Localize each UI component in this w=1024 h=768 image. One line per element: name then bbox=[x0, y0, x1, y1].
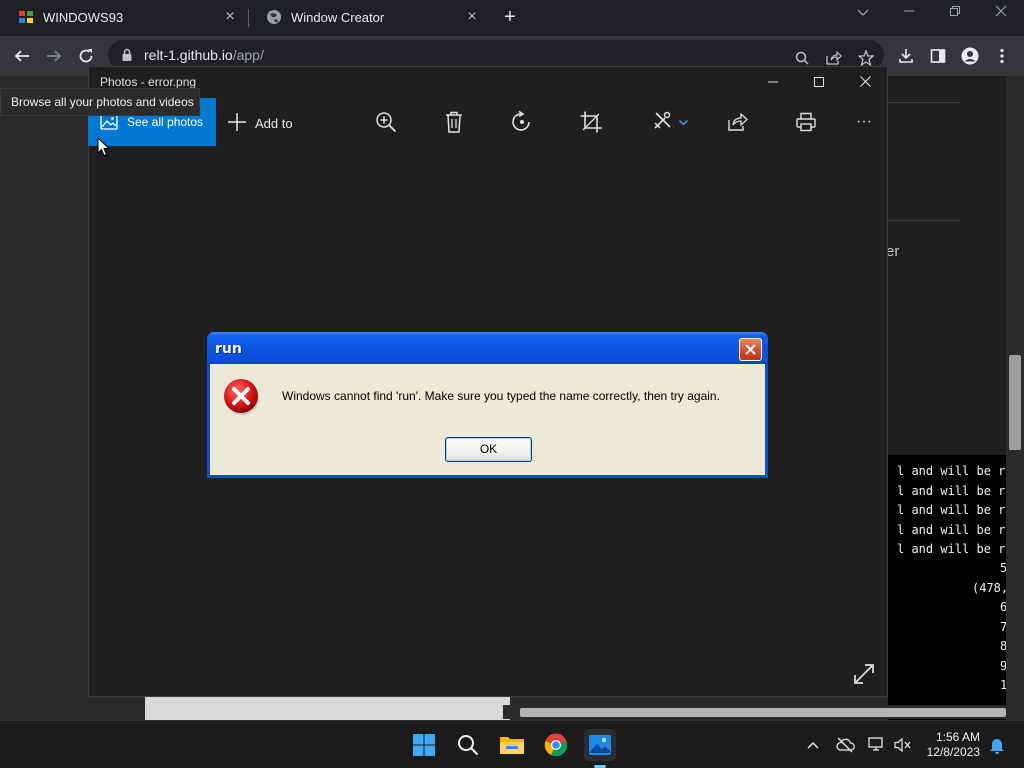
tooltip: Browse all your photos and videos bbox=[0, 88, 200, 116]
reload-icon[interactable] bbox=[74, 44, 98, 68]
chevron-up-icon[interactable] bbox=[803, 735, 823, 755]
forward-arrow-icon[interactable] bbox=[42, 44, 66, 68]
tab-title: Window Creator bbox=[291, 9, 385, 25]
close-icon[interactable] bbox=[842, 71, 888, 93]
console-line: l and will be remo bbox=[897, 523, 1006, 537]
tab-title: WINDOWS93 bbox=[43, 9, 124, 25]
lock-icon[interactable] bbox=[120, 48, 134, 62]
see-all-label: See all photos bbox=[127, 115, 204, 129]
profile-icon[interactable] bbox=[958, 44, 982, 68]
volume-muted-icon[interactable] bbox=[893, 735, 913, 755]
maximize-icon[interactable] bbox=[796, 71, 842, 93]
print-icon[interactable] bbox=[794, 110, 818, 134]
error-dialog: run Windows cannot find 'run'. Make sure… bbox=[207, 332, 768, 478]
trash-icon[interactable] bbox=[442, 110, 466, 134]
ok-button[interactable]: OK bbox=[445, 437, 532, 462]
chevron-down-icon bbox=[678, 113, 688, 131]
close-icon[interactable]: × bbox=[220, 8, 240, 26]
back-arrow-icon[interactable] bbox=[10, 44, 34, 68]
add-to-label: Add to bbox=[255, 116, 293, 131]
dialog-title: run bbox=[215, 341, 242, 357]
zoom-in-icon[interactable] bbox=[374, 110, 398, 134]
restore-icon[interactable] bbox=[940, 4, 970, 20]
url-text: relt-1.github.io/app/ bbox=[144, 47, 264, 63]
mouse-cursor-icon bbox=[97, 136, 111, 157]
rotate-icon[interactable] bbox=[510, 110, 534, 134]
tab-windows93[interactable]: WINDOWS93 × bbox=[0, 0, 248, 34]
side-panel-icon[interactable] bbox=[926, 44, 950, 68]
search-icon[interactable] bbox=[792, 48, 812, 68]
dialog-titlebar[interactable]: run bbox=[207, 332, 768, 364]
add-to-button[interactable]: Add to bbox=[227, 112, 293, 135]
close-window-icon[interactable] bbox=[986, 4, 1016, 20]
search-icon[interactable] bbox=[452, 729, 484, 761]
download-icon[interactable] bbox=[894, 44, 918, 68]
edit-icon bbox=[653, 110, 673, 135]
clock-date: 12/8/2023 bbox=[926, 745, 980, 759]
plus-icon bbox=[227, 112, 247, 135]
share-icon[interactable] bbox=[726, 110, 750, 134]
star-icon[interactable] bbox=[856, 48, 876, 68]
menu-dots-icon[interactable] bbox=[990, 44, 1014, 68]
console-line: l and will be remo bbox=[897, 542, 1006, 556]
notification-bell-icon[interactable] bbox=[987, 735, 1007, 755]
clock-time: 1:56 AM bbox=[935, 730, 980, 744]
console-line: (478, bbox=[972, 581, 1006, 595]
window-title: Photos - error.png bbox=[100, 75, 197, 89]
page-footer-strip bbox=[145, 697, 510, 720]
console-line: l and will be remo bbox=[897, 484, 1006, 498]
minimize-icon[interactable] bbox=[750, 71, 796, 93]
fullscreen-icon[interactable] bbox=[853, 663, 875, 685]
divider bbox=[888, 102, 960, 103]
chrome-icon[interactable] bbox=[540, 729, 572, 761]
network-icon[interactable] bbox=[867, 735, 887, 755]
system-clock[interactable]: 1:56 AM 12/8/2023 bbox=[920, 730, 980, 760]
close-icon[interactable]: × bbox=[462, 8, 482, 26]
dialog-body: Windows cannot find 'run'. Make sure you… bbox=[210, 364, 765, 475]
globe-icon bbox=[266, 9, 282, 25]
onedrive-offline-icon[interactable] bbox=[835, 735, 855, 755]
taskbar: 1:56 AM 12/8/2023 bbox=[0, 720, 1024, 768]
dialog-close-button[interactable] bbox=[739, 338, 762, 361]
console-line: l and will be remo bbox=[897, 503, 1006, 517]
chevron-down-icon[interactable] bbox=[848, 4, 878, 20]
page-text-fragment: er bbox=[886, 243, 900, 260]
edit-dropdown-button[interactable] bbox=[650, 110, 690, 134]
tab-window-creator[interactable]: Window Creator × bbox=[248, 0, 490, 34]
horizontal-scrollbar-thumb[interactable] bbox=[520, 708, 1006, 717]
close-icon bbox=[745, 344, 756, 355]
error-icon bbox=[222, 377, 262, 417]
file-explorer-icon[interactable] bbox=[496, 729, 528, 761]
new-tab-button[interactable]: + bbox=[498, 6, 522, 28]
scrollbar-thumb[interactable] bbox=[1009, 355, 1021, 450]
share-icon[interactable] bbox=[824, 48, 844, 68]
dialog-message: Windows cannot find 'run'. Make sure you… bbox=[282, 389, 720, 403]
more-options-icon[interactable]: ··· bbox=[852, 110, 876, 134]
minimize-icon[interactable] bbox=[894, 4, 924, 20]
browser-tabstrip: WINDOWS93 × Window Creator × + bbox=[0, 0, 1024, 36]
console-line: l and will be remo bbox=[897, 464, 1006, 478]
divider bbox=[888, 220, 960, 221]
photos-app-icon[interactable] bbox=[584, 729, 616, 761]
crop-icon[interactable] bbox=[579, 110, 603, 134]
console-output: l and will be remo l and will be remo l … bbox=[888, 455, 1006, 720]
start-windows-icon[interactable] bbox=[408, 729, 440, 761]
windows93-icon bbox=[18, 9, 34, 25]
